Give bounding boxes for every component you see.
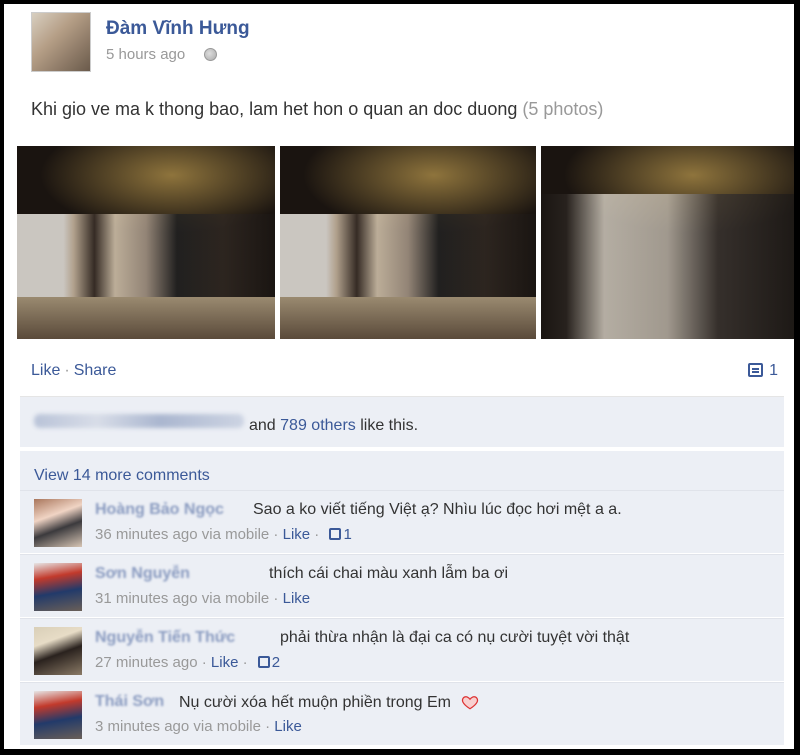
comment-like-link[interactable]: Like [274, 718, 302, 735]
post-actions: Like · Share [31, 362, 116, 380]
comment-time[interactable]: 3 minutes ago via mobile [95, 718, 261, 735]
comment-text-body: Nụ cười xóa hết muộn phiền trong Em [179, 694, 452, 711]
post-timestamp[interactable]: 5 hours ago [106, 46, 185, 63]
comment-like-link[interactable]: Like [211, 654, 239, 671]
comment-like-count[interactable]: 1 [343, 526, 351, 543]
photo-1[interactable] [17, 146, 275, 339]
photo-3[interactable] [541, 146, 794, 339]
commenter-name[interactable]: Nguyễn Tiến Thức [95, 629, 250, 647]
post-frame: Đàm Vĩnh Hưng 5 hours ago Khi gio ve ma … [4, 4, 794, 749]
commenter-avatar[interactable] [34, 563, 82, 611]
photo-strip [17, 146, 794, 339]
comment-text: Sao a ko viết tiếng Việt ạ? Nhìu lúc đọc… [253, 501, 622, 518]
comment-time[interactable]: 36 minutes ago via mobile [95, 526, 269, 543]
message-text: Khi gio ve ma k thong bao, lam het hon o… [31, 99, 518, 119]
author-avatar[interactable] [31, 12, 91, 72]
likes-and: and [249, 417, 276, 434]
comment-time[interactable]: 27 minutes ago [95, 654, 198, 671]
share-link[interactable]: Share [74, 362, 117, 379]
comment-count[interactable]: 1 [748, 362, 778, 380]
commenter-name[interactable]: Sơn Nguyễn [95, 565, 240, 583]
post-message: Khi gio ve ma k thong bao, lam het hon o… [31, 99, 603, 120]
comment-item: Sơn Nguyễn thích cái chai màu xanh lẫm b… [20, 554, 784, 617]
thumbs-up-icon [329, 528, 342, 540]
comment-text: thích cái chai màu xanh lẫm ba ơi [269, 565, 509, 582]
commenter-name[interactable]: Thái Sơn [95, 693, 165, 711]
comment-item: Hoàng Bảo Ngọc Sao a ko viết tiếng Việt … [20, 490, 784, 553]
commenter-name[interactable]: Hoàng Bảo Ngọc [95, 501, 240, 519]
action-separator: · [64, 362, 70, 379]
comment-meta: 31 minutes ago via mobile · Like [95, 590, 311, 607]
comment-count-value: 1 [769, 362, 778, 379]
likes-text: and 789 others like this. [249, 417, 418, 435]
comment-like-link[interactable]: Like [283, 590, 311, 607]
comment-meta: 3 minutes ago via mobile · Like [95, 718, 302, 735]
thumbs-up-icon [257, 656, 270, 668]
comment-meta: 27 minutes ago · Like · 2 [95, 654, 281, 671]
comment-time[interactable]: 31 minutes ago via mobile [95, 590, 269, 607]
heart-icon [462, 696, 479, 710]
like-link[interactable]: Like [31, 362, 60, 379]
likes-others-link[interactable]: 789 others [280, 417, 356, 434]
commenter-avatar[interactable] [34, 691, 82, 739]
blurred-liker-names[interactable] [34, 414, 244, 428]
comment-like-count[interactable]: 2 [272, 654, 280, 671]
likes-summary: and 789 others like this. [20, 396, 784, 447]
comment-like-link[interactable]: Like [283, 526, 311, 543]
comment-meta: 36 minutes ago via mobile · Like · 1 [95, 526, 352, 543]
globe-icon [204, 48, 217, 61]
commenter-avatar[interactable] [34, 499, 82, 547]
comment-text: Nụ cười xóa hết muộn phiền trong Em [179, 693, 479, 712]
view-more-comments[interactable]: View 14 more comments [20, 450, 784, 491]
author-name[interactable]: Đàm Vĩnh Hưng [106, 18, 250, 40]
commenter-avatar[interactable] [34, 627, 82, 675]
view-more-link[interactable]: View 14 more comments [34, 467, 210, 485]
comment-text: phải thừa nhận là đại ca có nụ cười tuyệ… [280, 629, 630, 646]
comment-item: Nguyễn Tiến Thức phải thừa nhận là đại c… [20, 618, 784, 681]
photo-count[interactable]: (5 photos) [522, 99, 603, 119]
photo-2[interactable] [280, 146, 536, 339]
likes-like-this: like this. [360, 417, 419, 434]
comment-item: Thái Sơn Nụ cười xóa hết muộn phiền tron… [20, 682, 784, 745]
comment-icon [748, 363, 764, 377]
